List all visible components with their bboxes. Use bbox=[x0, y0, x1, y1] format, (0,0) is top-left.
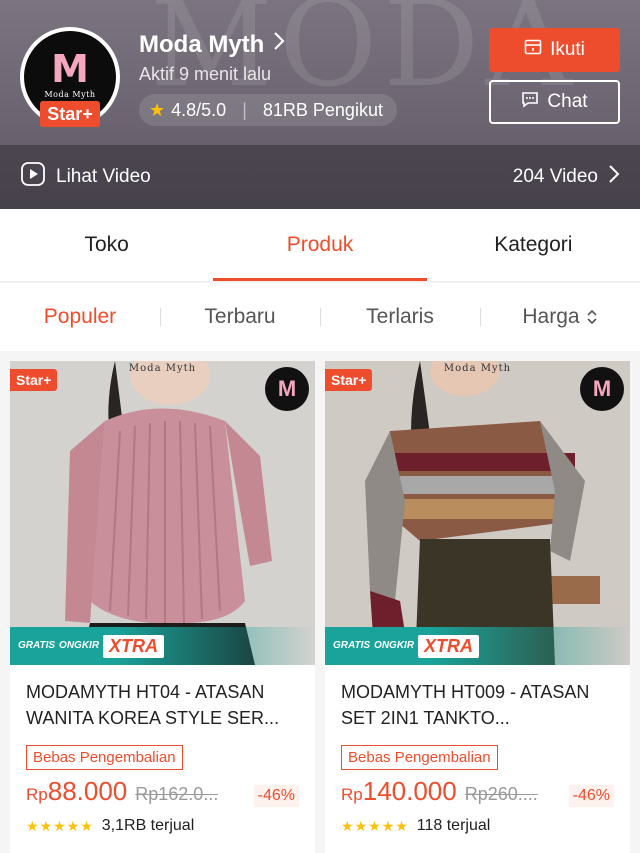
price-currency: Rp bbox=[341, 785, 363, 804]
shop-logo-sub: Moda Myth bbox=[44, 89, 96, 99]
free-shipping-text-1: GRATIS bbox=[333, 640, 371, 651]
store-icon bbox=[524, 39, 542, 61]
tab-kategori[interactable]: Kategori bbox=[427, 209, 640, 281]
brand-logo: M bbox=[265, 367, 309, 411]
sort-terlaris[interactable]: Terlaris bbox=[320, 305, 480, 329]
star-plus-tag: Star+ bbox=[10, 369, 58, 391]
shop-stats: ★ 4.8/5.0 | 81RB Pengikut bbox=[139, 94, 397, 126]
product-photo-illustration bbox=[325, 361, 630, 665]
free-shipping-text-2: ONGKIR bbox=[374, 640, 415, 651]
price-row: Rp140.000 Rp260.... -46% bbox=[325, 770, 630, 807]
brand-logo: M bbox=[580, 367, 624, 411]
product-title[interactable]: MODAMYTH HT04 - ATASAN WANITA KOREA STYL… bbox=[10, 665, 315, 735]
video-bar[interactable]: Lihat Video 204 Video bbox=[0, 145, 640, 209]
chat-label: Chat bbox=[547, 91, 588, 112]
follow-label: Ikuti bbox=[550, 39, 585, 60]
product-card[interactable]: Moda Myth Star+ M GRATIS ONGKIR XTRA MOD… bbox=[325, 361, 630, 853]
rating-stars-icon: ★★★★★ bbox=[341, 817, 409, 834]
chat-button[interactable]: Chat bbox=[489, 80, 620, 124]
free-shipping-xtra: XTRA bbox=[103, 634, 165, 658]
return-badge: Bebas Pengembalian bbox=[341, 745, 498, 770]
product-photo-illustration bbox=[10, 361, 315, 665]
sold-row: ★★★★★ 118 terjual bbox=[325, 807, 630, 835]
sold-row: ★★★★★ 3,1RB terjual bbox=[10, 807, 315, 835]
chevron-right-icon bbox=[608, 164, 620, 190]
product-price: Rp88.000 bbox=[26, 776, 127, 807]
shop-rating: 4.8/5.0 bbox=[171, 99, 227, 120]
sort-populer[interactable]: Populer bbox=[0, 305, 160, 329]
discount-badge: -46% bbox=[568, 785, 614, 807]
price-row: Rp88.000 Rp162.0... -46% bbox=[10, 770, 315, 807]
star-plus-tag: Star+ bbox=[325, 369, 373, 391]
sort-bar: Populer Terbaru Terlaris Harga bbox=[0, 283, 640, 351]
sold-count: 118 terjual bbox=[416, 817, 491, 834]
sort-harga[interactable]: Harga bbox=[480, 305, 640, 329]
star-icon: ★ bbox=[149, 99, 166, 120]
follow-button[interactable]: Ikuti bbox=[489, 28, 620, 72]
sort-updown-icon bbox=[586, 308, 598, 326]
shop-name: Moda Myth bbox=[139, 30, 265, 58]
price-currency: Rp bbox=[26, 785, 48, 804]
product-price: Rp140.000 bbox=[341, 776, 457, 807]
free-shipping-xtra: XTRA bbox=[418, 634, 480, 658]
product-image[interactable]: Moda Myth Star+ M GRATIS ONGKIR XTRA bbox=[325, 361, 630, 665]
original-price: Rp162.0... bbox=[135, 784, 219, 804]
chat-icon bbox=[521, 90, 539, 114]
tab-produk[interactable]: Produk bbox=[213, 209, 427, 281]
tab-toko[interactable]: Toko bbox=[0, 209, 213, 281]
shop-followers: 81RB Pengikut bbox=[262, 99, 383, 120]
price-value: 88.000 bbox=[47, 776, 128, 806]
free-shipping-banner: GRATIS ONGKIR XTRA bbox=[10, 627, 315, 665]
shop-logo-letter: M bbox=[51, 46, 89, 91]
shop-header: MODA M Moda Myth Star+ Moda Myth Aktif 9… bbox=[0, 0, 640, 209]
video-icon bbox=[20, 161, 46, 193]
free-shipping-text-2: ONGKIR bbox=[59, 640, 100, 651]
sold-count: 3,1RB terjual bbox=[101, 817, 195, 834]
divider: | bbox=[242, 99, 247, 120]
discount-badge: -46% bbox=[253, 785, 299, 807]
active-status: Aktif 9 menit lalu bbox=[139, 64, 272, 84]
free-shipping-banner: GRATIS ONGKIR XTRA bbox=[325, 627, 630, 665]
video-count: 204 Video bbox=[512, 166, 598, 187]
star-plus-badge: Star+ bbox=[40, 101, 100, 127]
return-badge: Bebas Pengembalian bbox=[26, 745, 183, 770]
shop-name-link[interactable]: Moda Myth bbox=[139, 30, 286, 59]
product-title[interactable]: MODAMYTH HT009 - ATASAN SET 2IN1 TANKTO.… bbox=[325, 665, 630, 735]
original-price: Rp260.... bbox=[464, 784, 538, 804]
rating-stars-icon: ★★★★★ bbox=[26, 817, 94, 834]
chevron-right-icon bbox=[272, 30, 286, 59]
product-card[interactable]: Moda Myth Star+ M GRATIS ONGKIR XTRA MOD… bbox=[10, 361, 315, 853]
price-value: 140.000 bbox=[362, 776, 457, 806]
sort-terbaru[interactable]: Terbaru bbox=[160, 305, 320, 329]
shop-tabs: Toko Produk Kategori bbox=[0, 209, 640, 282]
sort-harga-label: Harga bbox=[522, 305, 580, 328]
product-image[interactable]: Moda Myth Star+ M GRATIS ONGKIR XTRA bbox=[10, 361, 315, 665]
video-label: Lihat Video bbox=[56, 166, 151, 187]
free-shipping-text-1: GRATIS bbox=[18, 640, 56, 651]
